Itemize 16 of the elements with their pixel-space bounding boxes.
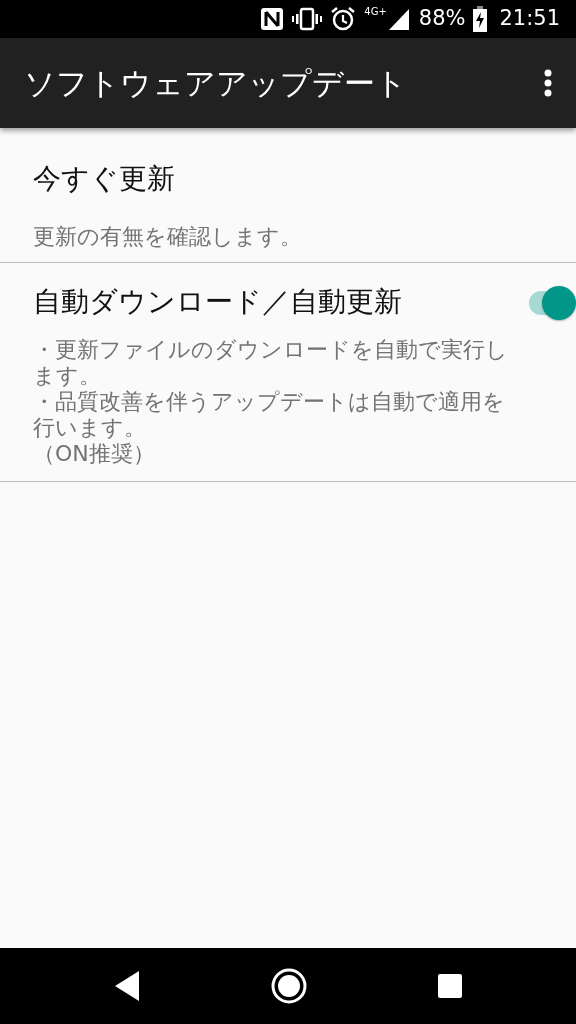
battery-charging-icon [473, 6, 488, 32]
preference-title[interactable]: 自動ダウンロード／自動更新 [33, 281, 525, 323]
preference-summary: 更新の有無を確認します。 [33, 224, 303, 250]
app-title: ソフトウェアアップデート [24, 63, 407, 103]
preference-summary: ・更新ファイルのダウンロードを自動で実行します。 ・品質改善を伴うアップデートは自動で適用を行います。 （ON推奨） [33, 337, 509, 467]
vibrate-icon [292, 7, 323, 31]
home-icon[interactable] [270, 967, 308, 1005]
nfc-icon [260, 7, 285, 31]
more-options-icon[interactable] [544, 69, 552, 97]
signal-icon [386, 7, 411, 31]
preference-title[interactable]: 今すぐ更新 [33, 158, 525, 200]
recents-icon[interactable] [437, 973, 464, 999]
network-label: 4G+ [364, 5, 387, 19]
battery-percent: 88% [418, 5, 466, 33]
clock: 21:51 [499, 5, 560, 33]
alarm-icon [330, 6, 357, 32]
